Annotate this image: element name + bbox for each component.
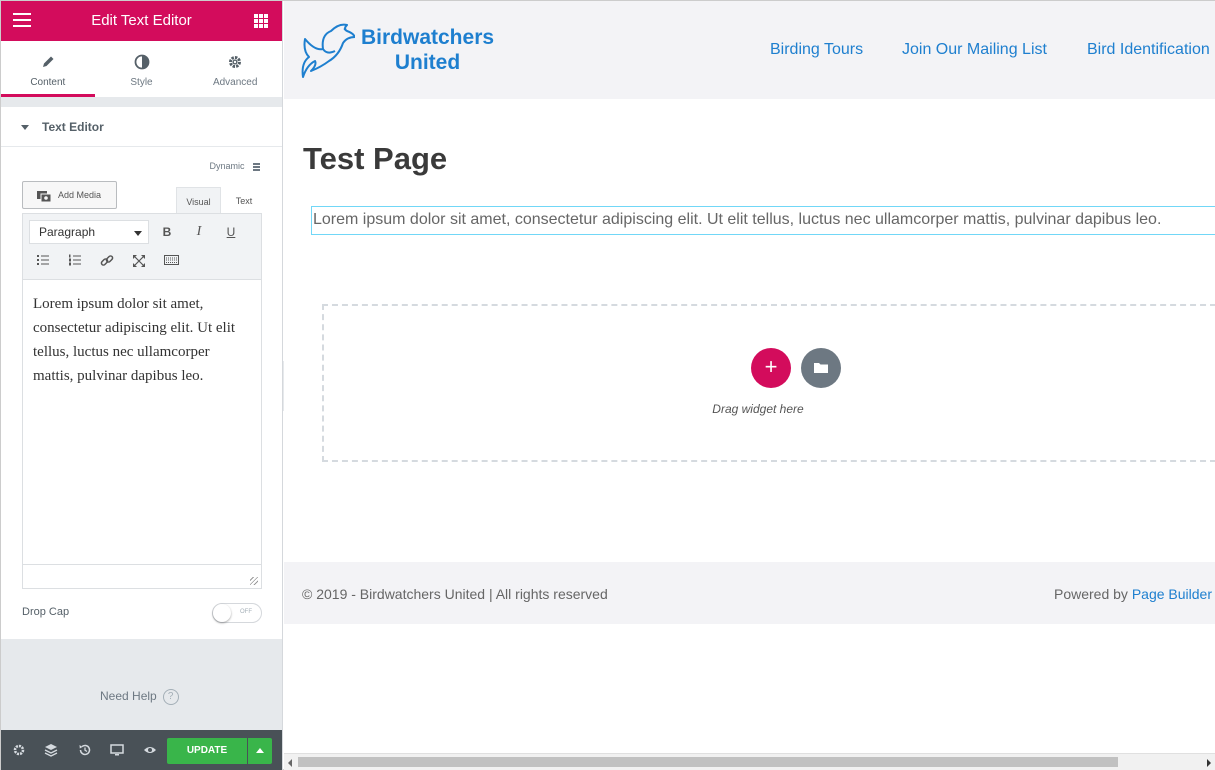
keyboard-icon <box>163 255 179 265</box>
add-section-button[interactable]: + <box>751 348 791 388</box>
format-select-value: Paragraph <box>39 225 96 239</box>
scroll-left-arrow-icon[interactable] <box>288 759 292 767</box>
page-builder-link[interactable]: Page Builder <box>1132 586 1212 602</box>
panel-header: Edit Text Editor <box>1 1 282 41</box>
page-title: Test Page <box>303 141 448 176</box>
powered-by-prefix: Powered by <box>1054 586 1128 602</box>
nav-link-mailing-list[interactable]: Join Our Mailing List <box>902 41 1047 59</box>
settings-gear-icon[interactable] <box>12 743 26 757</box>
preview-eye-icon[interactable] <box>143 743 157 757</box>
tab-visual[interactable]: Visual <box>176 187 221 213</box>
bullet-list-button[interactable] <box>32 250 54 272</box>
database-icon <box>253 162 260 171</box>
panel-footer: UPDATE <box>1 730 282 770</box>
tab-advanced[interactable]: Advanced <box>188 41 282 97</box>
logo-line-1: Birdwatchers <box>361 26 495 49</box>
fullscreen-button[interactable] <box>128 250 150 272</box>
tab-content[interactable]: Content <box>1 41 95 97</box>
half-circle-icon <box>134 54 149 70</box>
editor-panel: Edit Text Editor Content Style Advanced … <box>1 1 283 770</box>
page-preview: Birdwatchers United Birding Tours Join O… <box>284 1 1215 770</box>
media-icon <box>37 191 52 203</box>
panel-title: Edit Text Editor <box>91 12 192 29</box>
expand-icon <box>133 255 145 267</box>
caret-down-icon <box>21 125 29 130</box>
tab-advanced-label: Advanced <box>212 77 258 88</box>
site-header: Birdwatchers United Birding Tours Join O… <box>284 1 1215 99</box>
wysiwyg-editor: Paragraph B I U Lorem ipsum dolor sit am… <box>22 213 262 589</box>
powered-by: Powered by Page Builder <box>1054 586 1212 602</box>
drop-cap-toggle[interactable]: OFF <box>212 603 262 623</box>
question-icon: ? <box>162 689 179 705</box>
gear-icon <box>229 56 242 68</box>
tab-text[interactable]: Text <box>225 187 263 213</box>
section-title: Text Editor <box>42 120 104 134</box>
dynamic-tags-button[interactable]: Dynamic <box>209 161 260 171</box>
responsive-desktop-icon[interactable] <box>110 743 124 757</box>
scrollbar-thumb[interactable] <box>298 757 1118 767</box>
link-icon <box>100 255 114 266</box>
editor-toolbar: Paragraph B I U <box>23 214 261 280</box>
section-header-text-editor[interactable]: Text Editor <box>1 107 282 147</box>
need-help-link[interactable]: Need Help? <box>100 689 179 705</box>
panel-tabs: Content Style Advanced <box>1 41 282 97</box>
tab-style-label: Style <box>130 77 153 88</box>
numbered-list-icon <box>69 254 81 266</box>
chevron-down-icon <box>134 231 142 236</box>
drag-widget-hint: Drag widget here <box>712 402 804 416</box>
need-help-label: Need Help <box>100 689 157 704</box>
toggle-state-label: OFF <box>240 609 252 615</box>
resize-grip-icon[interactable] <box>250 577 258 585</box>
pencil-icon <box>42 56 54 67</box>
update-button[interactable]: UPDATE <box>167 738 247 764</box>
tab-style[interactable]: Style <box>95 41 189 97</box>
editor-resize-bar <box>23 564 261 588</box>
bold-button[interactable]: B <box>156 221 178 243</box>
toggle-knob <box>213 604 231 622</box>
site-footer: © 2019 - Birdwatchers United | All right… <box>284 562 1215 624</box>
horizontal-scrollbar[interactable] <box>284 753 1215 770</box>
site-logo-text[interactable]: Birdwatchers United <box>361 25 494 75</box>
italic-button[interactable]: I <box>188 221 210 243</box>
toolbar-toggle-button[interactable] <box>160 250 182 272</box>
logo-line-2: United <box>394 51 461 74</box>
numbered-list-button[interactable] <box>64 250 86 272</box>
caret-up-icon <box>256 748 264 753</box>
format-select[interactable]: Paragraph <box>29 220 149 244</box>
history-icon[interactable] <box>78 743 92 757</box>
drop-cap-label: Drop Cap <box>22 606 70 618</box>
add-media-label: Add Media <box>58 190 102 200</box>
bullet-list-icon <box>37 255 49 265</box>
copyright-text: © 2019 - Birdwatchers United | All right… <box>302 586 608 602</box>
link-button[interactable] <box>96 250 118 272</box>
widgets-grid-icon[interactable] <box>254 14 268 28</box>
folder-icon <box>814 363 828 373</box>
add-media-button[interactable]: Add Media <box>22 181 117 209</box>
tab-content-label: Content <box>30 77 66 88</box>
add-template-button[interactable] <box>801 348 841 388</box>
layers-icon[interactable] <box>44 743 58 757</box>
editor-content[interactable]: Lorem ipsum dolor sit amet, consectetur … <box>23 280 261 564</box>
widget-drop-zone[interactable]: + Drag widget here <box>322 304 1215 462</box>
nav-link-birding-tours[interactable]: Birding Tours <box>770 41 863 59</box>
text-editor-widget[interactable]: Lorem ipsum dolor sit amet, consectetur … <box>311 206 1215 235</box>
scroll-right-arrow-icon[interactable] <box>1207 759 1211 767</box>
nav-link-bird-identification[interactable]: Bird Identification <box>1087 41 1210 59</box>
controls-area: Dynamic Add Media Visual Text Paragraph … <box>1 147 282 639</box>
dynamic-label: Dynamic <box>209 161 245 171</box>
underline-button[interactable]: U <box>220 221 242 243</box>
bird-logo-icon[interactable] <box>301 21 355 79</box>
update-options-button[interactable] <box>248 738 272 764</box>
